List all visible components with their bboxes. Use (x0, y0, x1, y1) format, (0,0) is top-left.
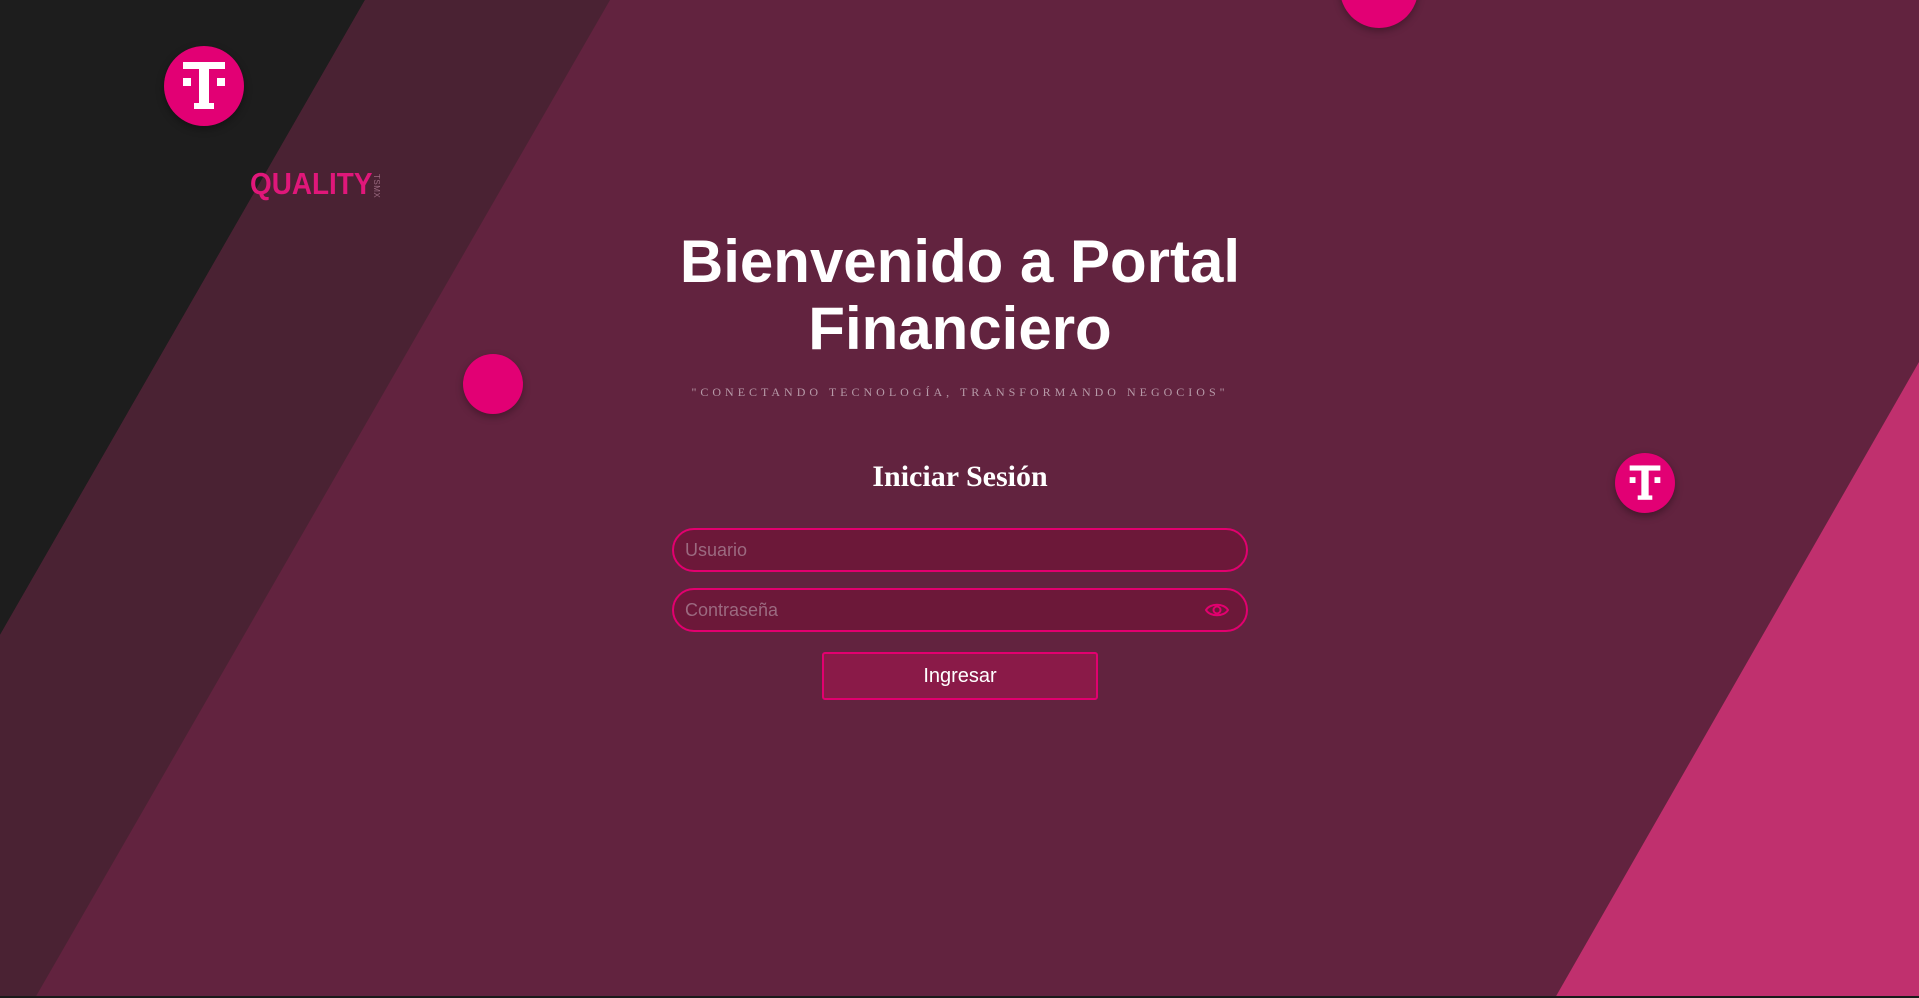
decorative-dot-top (1340, 0, 1418, 28)
telekom-logo-small-icon (1615, 453, 1675, 513)
password-field[interactable] (672, 588, 1248, 632)
brand-wordmark: QUALITY TSMX (250, 168, 381, 199)
username-field[interactable] (672, 528, 1248, 572)
password-input[interactable] (674, 590, 1246, 630)
telekom-logo-icon (164, 46, 244, 126)
username-input[interactable] (674, 530, 1246, 570)
brand-sub: TSMX (372, 174, 382, 199)
login-button[interactable]: Ingresar (822, 652, 1098, 700)
decorative-dot-left (463, 354, 523, 414)
login-page: QUALITY TSMX Bienvenido a Portal Financi… (0, 0, 1919, 998)
login-heading: Iniciar Sesión (872, 460, 1048, 493)
page-title: Bienvenido a Portal Financiero (679, 228, 1241, 362)
eye-icon[interactable] (1204, 600, 1230, 620)
tagline: "CONECTANDO TECNOLOGÍA, TRANSFORMANDO NE… (691, 385, 1229, 399)
brand-name: QUALITY (250, 166, 373, 201)
